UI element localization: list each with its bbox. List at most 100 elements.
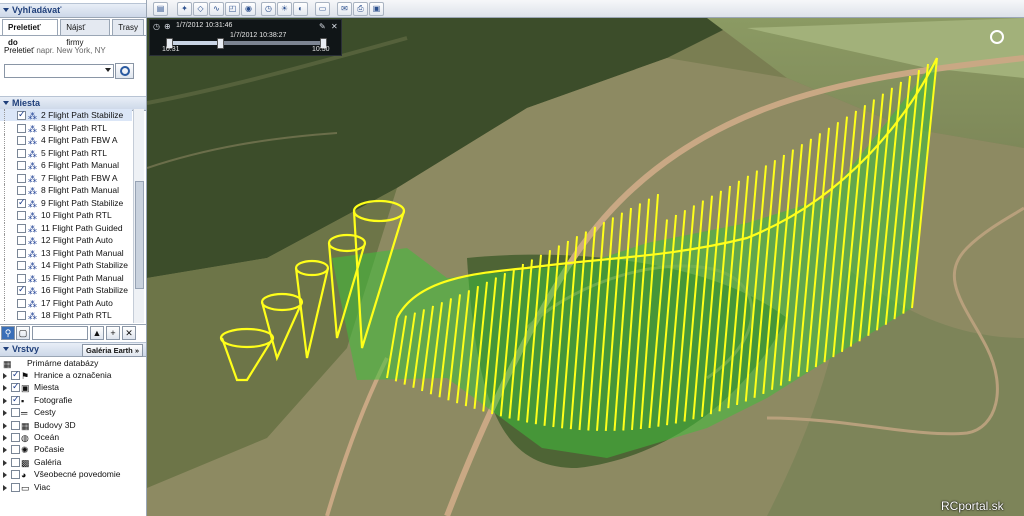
layer-item[interactable]: ◕ Všeobecné povedomie xyxy=(0,468,146,480)
compass-icon[interactable] xyxy=(990,30,1004,44)
place-item[interactable]: ⁂ 14 Flight Path Stabilize xyxy=(0,259,132,271)
settings-wrench-icon[interactable]: ✎ xyxy=(319,22,326,31)
layer-item[interactable]: ▪ Fotografie xyxy=(0,393,146,406)
expand-arrow-icon[interactable] xyxy=(3,397,7,404)
place-checkbox[interactable] xyxy=(17,196,26,208)
clock-icon[interactable]: ◷ xyxy=(153,22,160,31)
tab-fly-to[interactable]: Preletieť do xyxy=(2,19,59,47)
place-checkbox[interactable] xyxy=(17,148,26,158)
place-checkbox[interactable] xyxy=(17,136,26,145)
path-icon[interactable]: ∿ xyxy=(209,2,224,16)
place-checkbox[interactable] xyxy=(17,273,26,283)
place-checkbox[interactable] xyxy=(17,161,26,170)
place-checkbox[interactable] xyxy=(17,211,26,220)
place-item[interactable]: ⁂ 8 Flight Path Manual xyxy=(0,184,132,196)
layer-checkbox[interactable] xyxy=(11,433,20,442)
expand-arrow-icon[interactable] xyxy=(3,435,7,441)
place-item[interactable]: ⁂ 12 Flight Path Auto xyxy=(0,234,132,246)
place-item[interactable]: ⁂ 16 Flight Path Stabilize xyxy=(0,283,132,296)
place-item[interactable]: ⁂ 2 Flight Path Stabilize xyxy=(0,109,132,121)
chevron-down-icon[interactable] xyxy=(105,68,111,72)
place-item[interactable]: ⁂ 10 Flight Path RTL xyxy=(0,209,132,221)
email-icon[interactable]: ✉ xyxy=(337,2,352,16)
layer-item[interactable]: ◍ Oceán xyxy=(0,431,146,443)
place-item[interactable]: ⁂ 3 Flight Path RTL xyxy=(0,121,132,134)
placemark-icon[interactable]: ✦ xyxy=(177,2,192,16)
expand-arrow-icon[interactable] xyxy=(3,484,7,491)
expand-arrow-icon[interactable] xyxy=(3,385,7,392)
place-checkbox[interactable] xyxy=(17,123,26,133)
move-up-button[interactable]: ▲ xyxy=(90,326,104,340)
layer-item[interactable]: ▩ Galéria xyxy=(0,456,146,468)
expand-arrow-icon[interactable] xyxy=(3,410,7,417)
expand-arrow-icon[interactable] xyxy=(3,447,7,454)
expand-arrow-icon[interactable] xyxy=(3,373,7,379)
place-item[interactable]: ⁂ 18 Flight Path RTL xyxy=(0,309,132,321)
tab-directions[interactable]: Trasy xyxy=(112,19,144,35)
expand-arrow-icon[interactable] xyxy=(3,472,7,479)
place-checkbox[interactable] xyxy=(17,223,26,233)
place-checkbox[interactable] xyxy=(17,109,26,120)
layers-panel-header[interactable]: Vrstvy Galéria Earth » xyxy=(0,342,146,357)
place-item[interactable]: ⁂ 6 Flight Path Manual xyxy=(0,159,132,171)
place-checkbox[interactable] xyxy=(17,261,26,270)
places-scrollbar[interactable] xyxy=(133,109,144,323)
close-icon[interactable]: ✕ xyxy=(331,22,338,31)
place-checkbox[interactable] xyxy=(17,298,26,308)
place-checkbox[interactable] xyxy=(17,311,26,320)
layer-checkbox[interactable] xyxy=(11,457,20,467)
layer-checkbox[interactable] xyxy=(11,470,20,480)
search-button[interactable] xyxy=(115,63,134,79)
place-item[interactable]: ⁂ 13 Flight Path Manual xyxy=(0,246,132,259)
expand-arrow-icon[interactable] xyxy=(3,422,7,429)
layer-item[interactable]: ▭ Viac xyxy=(0,481,146,493)
layer-item[interactable]: ✺ Počasie xyxy=(0,443,146,455)
layer-item[interactable]: ═ Cesty xyxy=(0,406,146,418)
layer-checkbox[interactable] xyxy=(11,445,20,455)
layer-item[interactable]: ▦ Budovy 3D xyxy=(0,419,146,431)
layer-checkbox[interactable] xyxy=(11,482,20,492)
sunlight-icon[interactable]: ☀ xyxy=(277,2,292,16)
place-item[interactable]: ⁂ 11 Flight Path Guided xyxy=(0,221,132,234)
place-item[interactable]: ⁂ 5 Flight Path RTL xyxy=(0,146,132,159)
tab-find-business[interactable]: Nájsť firmy xyxy=(60,19,111,47)
place-item[interactable]: ⁂ 4 Flight Path FBW A xyxy=(0,134,132,146)
earth-3d-view[interactable] xyxy=(147,18,1024,516)
places-filter-input[interactable] xyxy=(32,326,88,340)
delete-place-button[interactable]: ✕ xyxy=(122,326,136,340)
place-item[interactable]: ⁂ 15 Flight Path Manual xyxy=(0,271,132,284)
overlay-icon[interactable]: ◰ xyxy=(225,2,240,16)
layer-item[interactable]: ▣ Miesta xyxy=(0,380,146,393)
view-in-maps-icon[interactable]: ▣ xyxy=(369,2,384,16)
layer-checkbox[interactable] xyxy=(11,380,20,393)
time-track[interactable] xyxy=(166,38,327,49)
place-checkbox[interactable] xyxy=(17,186,26,195)
expand-arrow-icon[interactable] xyxy=(3,459,7,466)
time-current-handle[interactable] xyxy=(217,38,225,49)
print-icon[interactable]: ⎙ xyxy=(353,2,368,16)
view-icon[interactable]: ▢ xyxy=(16,326,30,340)
add-place-button[interactable]: + xyxy=(106,326,120,340)
earth-gallery-button[interactable]: Galéria Earth » xyxy=(82,344,143,357)
time-slider-widget[interactable]: ◷ ⊕ 1/7/2012 10:31:46 ✎ ✕ 1/7/2012 10:38… xyxy=(149,19,342,56)
layer-checkbox[interactable] xyxy=(11,408,20,418)
scrollbar-thumb[interactable] xyxy=(135,181,144,289)
historical-imagery-icon[interactable]: ◷ xyxy=(261,2,276,16)
zoom-time-icon[interactable]: ⊕ xyxy=(164,22,171,31)
layer-checkbox[interactable] xyxy=(11,420,20,430)
polygon-icon[interactable]: ◇ xyxy=(193,2,208,16)
layer-checkbox[interactable] xyxy=(11,368,20,380)
place-item[interactable]: ⁂ 17 Flight Path Auto xyxy=(0,296,132,309)
place-checkbox[interactable] xyxy=(17,236,26,245)
ruler-icon[interactable]: ▭ xyxy=(315,2,330,16)
place-item[interactable]: ⁂ 9 Flight Path Stabilize xyxy=(0,196,132,209)
layer-item[interactable]: ⚑ Hranice a označenia xyxy=(0,368,146,381)
search-input[interactable] xyxy=(4,64,114,78)
search-panel-header[interactable]: Vyhľadávať xyxy=(0,3,146,18)
search-places-icon[interactable]: ⚲ xyxy=(1,326,15,340)
layer-checkbox[interactable] xyxy=(11,393,20,405)
place-item[interactable]: ⁂ 7 Flight Path FBW A xyxy=(0,171,132,184)
layer-root[interactable]: ▦ Primárne databázy xyxy=(0,357,146,369)
sidebar-toggle-icon[interactable]: ▤ xyxy=(153,2,168,16)
place-checkbox[interactable] xyxy=(17,173,26,183)
